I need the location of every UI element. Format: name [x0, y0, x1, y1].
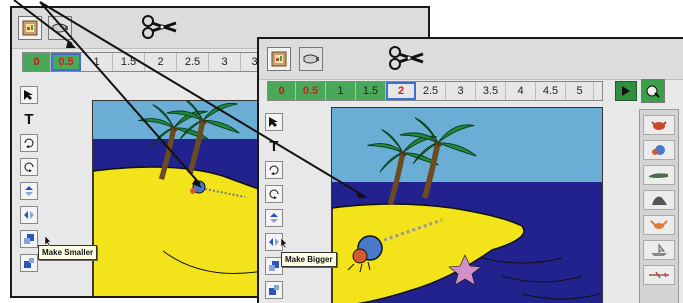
- timeline-tick[interactable]: 5: [566, 82, 594, 100]
- picture-frame-icon[interactable]: [18, 16, 42, 40]
- text-tool-icon[interactable]: T: [20, 110, 38, 128]
- lobster-stamp-icon[interactable]: [643, 215, 675, 235]
- timeline-tick[interactable]: 3.5: [476, 82, 506, 100]
- picture-frame-icon[interactable]: [267, 47, 291, 71]
- timeline[interactable]: 0 0.5 1 1.5 2 2.5 3 3.5 4 4.5 5: [267, 81, 603, 101]
- timeline-tick[interactable]: 4: [506, 82, 536, 100]
- tooltip: Make Bigger: [281, 252, 337, 267]
- stamp-tool-icon[interactable]: [641, 79, 665, 103]
- plane-stamp-icon[interactable]: [643, 265, 675, 285]
- arrow-tool-icon[interactable]: [265, 113, 283, 131]
- make-smaller-icon[interactable]: [20, 254, 38, 272]
- flip-horizontal-icon[interactable]: [20, 206, 38, 224]
- timeline-tick-selected[interactable]: 0.5: [51, 53, 81, 71]
- beach-scene: [332, 108, 602, 303]
- mouse-pointer-icon: [44, 234, 54, 247]
- timeline-tick[interactable]: 3: [446, 82, 476, 100]
- tooltip: Make Smaller: [38, 245, 98, 260]
- rotate-cw-icon[interactable]: [265, 161, 283, 179]
- hermit-crab-stamp-icon[interactable]: [643, 140, 675, 160]
- scene-canvas[interactable]: [331, 107, 603, 303]
- play-button[interactable]: [615, 81, 637, 101]
- timeline-tick[interactable]: 1: [326, 82, 356, 100]
- tool-palette: T: [265, 113, 287, 303]
- scissors-icon[interactable]: [140, 12, 180, 42]
- rotate-cw-icon[interactable]: [20, 134, 38, 152]
- crab-stamp-icon[interactable]: [643, 115, 675, 135]
- arrow-tool-icon[interactable]: [20, 86, 38, 104]
- timeline-tick[interactable]: 3: [209, 53, 241, 71]
- timeline-tick[interactable]: 2: [145, 53, 177, 71]
- timeline-tick[interactable]: 0: [23, 53, 51, 71]
- rotate-ccw-icon[interactable]: [20, 158, 38, 176]
- text-tool-icon[interactable]: T: [265, 137, 283, 155]
- stamp-palette: [639, 109, 679, 303]
- timeline-tick[interactable]: 4.5: [536, 82, 566, 100]
- paint-tube-icon[interactable]: [299, 47, 323, 71]
- flip-vertical-icon[interactable]: [20, 182, 38, 200]
- timeline-tick[interactable]: 0: [268, 82, 296, 100]
- make-smaller-icon[interactable]: [265, 281, 283, 299]
- make-bigger-icon[interactable]: [20, 230, 38, 248]
- seal-stamp-icon[interactable]: [643, 190, 675, 210]
- window-front: 0 0.5 1 1.5 2 2.5 3 3.5 4 4.5 5 T Make B…: [257, 37, 683, 303]
- timeline-tick-selected[interactable]: 2: [386, 82, 416, 100]
- alligator-stamp-icon[interactable]: [643, 165, 675, 185]
- timeline-tick[interactable]: 1: [81, 53, 113, 71]
- paint-tube-icon[interactable]: [48, 16, 72, 40]
- timeline-tick[interactable]: 1.5: [356, 82, 386, 100]
- toolbar: [259, 39, 683, 80]
- timeline-tick[interactable]: 0.5: [296, 82, 326, 100]
- timeline-tick[interactable]: 1.5: [113, 53, 145, 71]
- ship-stamp-icon[interactable]: [643, 240, 675, 260]
- timeline-tick[interactable]: 2.5: [177, 53, 209, 71]
- rotate-ccw-icon[interactable]: [265, 185, 283, 203]
- flip-vertical-icon[interactable]: [265, 209, 283, 227]
- timeline-tick[interactable]: 2.5: [416, 82, 446, 100]
- scissors-icon[interactable]: [387, 43, 427, 73]
- mouse-pointer-icon: [280, 236, 290, 249]
